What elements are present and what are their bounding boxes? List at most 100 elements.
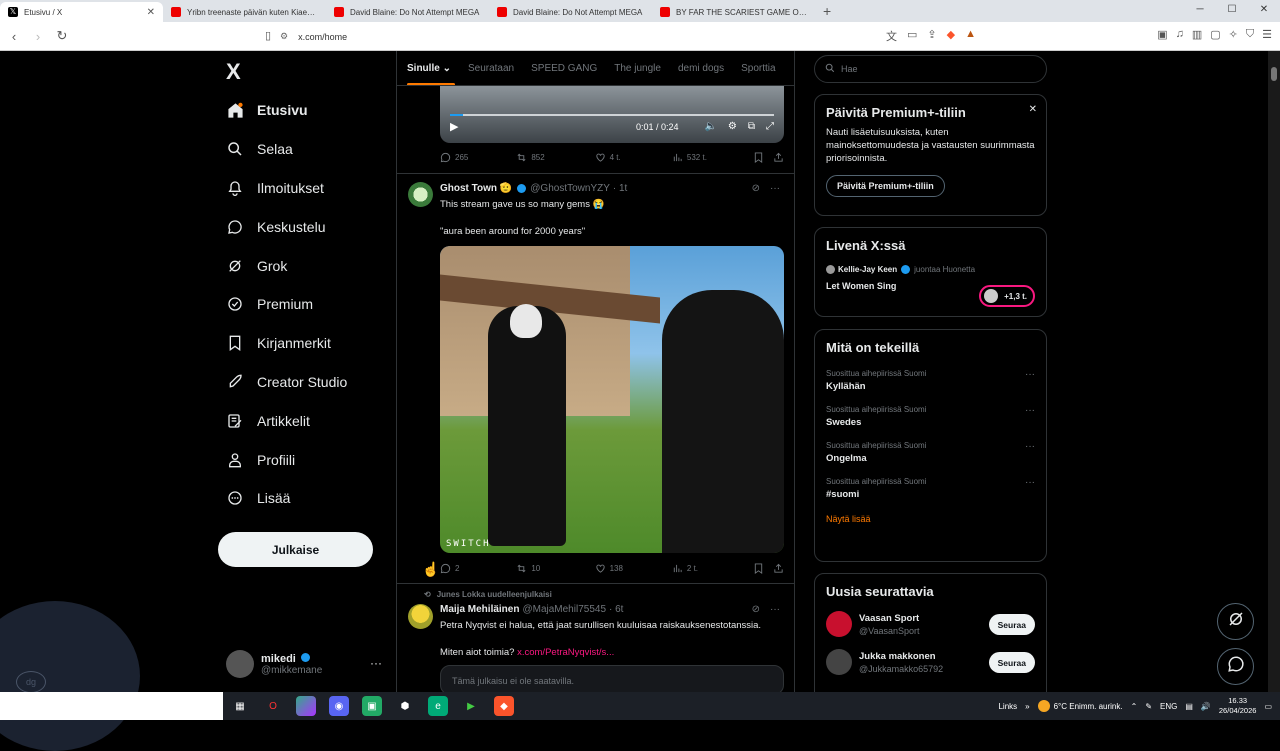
live-host[interactable]: Kellie-Jay Keen juontaa Huonetta <box>826 265 1035 274</box>
volume-icon[interactable]: 🔈 <box>704 121 716 132</box>
browser-tab-2[interactable]: David Blaine: Do Not Attempt MEGA <box>326 2 489 22</box>
follow-suggestion[interactable]: Jukka makkonen @Jukkamakko65792 Seuraa <box>826 649 1035 675</box>
account-switcher[interactable]: mikedi @mikkemane ··· <box>226 647 386 681</box>
upgrade-premium-button[interactable]: Päivitä Premium+-tiliin <box>826 175 945 197</box>
network-icon[interactable]: ▤ <box>1185 702 1193 711</box>
discord-icon[interactable]: ◉ <box>329 696 349 716</box>
rewards-icon[interactable]: ▲ <box>965 28 976 44</box>
settings-icon[interactable]: ⚙ <box>728 121 737 132</box>
tweet-video[interactable]: SWITCH <box>440 246 784 553</box>
views-button[interactable]: 2 t. <box>672 563 753 574</box>
minimize-icon[interactable]: ─ <box>1184 0 1216 20</box>
trend-item[interactable]: Suosittua aihepiirissä Suomi #suomi ··· <box>826 477 1035 500</box>
opera-icon[interactable]: O <box>263 696 283 716</box>
sidebar-icon[interactable]: ▥ <box>1192 28 1202 41</box>
follow-suggestion[interactable]: Vaasan Sport @VaasanSport Seuraa <box>826 611 1035 637</box>
share-button[interactable] <box>773 152 784 163</box>
tweet-time[interactable]: · 1t <box>613 183 627 194</box>
reply-button[interactable]: 2 <box>440 563 516 574</box>
browser-tab-3[interactable]: David Blaine: Do Not Attempt MEGA <box>489 2 652 22</box>
author-handle[interactable]: @MajaMehil75545 <box>522 604 606 615</box>
like-button[interactable]: 138 <box>595 563 672 574</box>
author-handle[interactable]: @GhostTownYZY <box>530 183 610 194</box>
author-name[interactable]: Ghost Town 🫡 <box>440 183 512 194</box>
follow-button[interactable]: Seuraa <box>988 614 1035 635</box>
author-name[interactable]: Maija Mehiläinen <box>440 604 519 615</box>
volume-icon[interactable]: 🔊 <box>1201 702 1211 711</box>
language-indicator[interactable]: ENG <box>1160 702 1177 711</box>
views-button[interactable]: 532 t. <box>672 152 753 163</box>
sidebar-item-more[interactable]: Lisää <box>218 479 347 518</box>
sidebar-item-grok[interactable]: Grok <box>218 246 347 285</box>
forward-icon[interactable]: › <box>28 29 48 44</box>
close-window-icon[interactable]: ✕ <box>1248 0 1280 20</box>
play-icon[interactable]: ▶ <box>450 120 458 133</box>
more-icon[interactable]: ··· <box>370 656 382 670</box>
sidebar-item-articles[interactable]: Artikkelit <box>218 401 347 440</box>
settings-icon[interactable]: ⬢ <box>395 696 415 716</box>
search-input[interactable] <box>841 64 1031 74</box>
sidebar-item-home[interactable]: Etusivu <box>218 91 347 130</box>
translate-icon[interactable]: 文 <box>886 28 897 44</box>
edge-icon[interactable]: e <box>428 696 448 716</box>
sidebar-item-premium[interactable]: Premium <box>218 285 347 324</box>
task-view-icon[interactable]: ▦ <box>230 696 250 716</box>
video-player[interactable]: ▶ 0:01 / 0:24 🔈 ⚙ ⧉ ⤢ <box>440 86 784 143</box>
share-icon[interactable]: ⇪ <box>927 28 936 44</box>
retweet-button[interactable]: 852 <box>516 152 594 163</box>
browser-tab-4[interactable]: BY FAR THE SCARIEST GAME OF THE <box>652 2 815 22</box>
app-icon[interactable]: ▣ <box>362 696 382 716</box>
reload-icon[interactable]: ↻ <box>52 28 72 44</box>
avatar[interactable] <box>408 182 433 207</box>
bookmark-button[interactable] <box>753 563 773 574</box>
weather-widget[interactable]: 6°C Enimm. aurink. <box>1037 700 1123 712</box>
video-progress[interactable] <box>450 114 774 116</box>
scrollbar-thumb[interactable] <box>1271 67 1277 81</box>
back-icon[interactable]: ‹ <box>4 29 24 44</box>
page-scrollbar[interactable] <box>1268 51 1280 692</box>
cast-icon[interactable]: ▭ <box>907 28 917 44</box>
sidebar-item-bookmarks[interactable]: Kirjanmerkit <box>218 324 347 363</box>
more-icon[interactable]: ··· <box>1025 405 1035 416</box>
trend-item[interactable]: Suosittua aihepiirissä Suomi Ongelma ··· <box>826 441 1035 464</box>
tweet-time[interactable]: · 6t <box>609 604 623 615</box>
show-more-link[interactable]: Näytä lisää <box>826 514 1035 524</box>
tab-speed-gang[interactable]: SPEED GANG <box>531 63 597 74</box>
site-settings-icon[interactable]: ⚙ <box>280 31 288 42</box>
more-icon[interactable]: ··· <box>770 604 780 615</box>
fullscreen-icon[interactable]: ⤢ <box>766 121 774 132</box>
wallet-icon[interactable]: ▢ <box>1210 28 1220 41</box>
sidebar-item-notifications[interactable]: Ilmoitukset <box>218 169 347 208</box>
trend-item[interactable]: Suosittua aihepiirissä Suomi Swedes ··· <box>826 405 1035 428</box>
live-listener-count[interactable]: +1,3 t. <box>979 285 1035 307</box>
grok-icon[interactable]: ⊘ <box>752 604 760 615</box>
leo-icon[interactable]: ✧ <box>1229 28 1238 41</box>
tab-following[interactable]: Seurataan <box>468 63 514 74</box>
sidebar-item-profile[interactable]: Profiili <box>218 440 347 479</box>
more-icon[interactable]: ··· <box>1025 441 1035 452</box>
pip-icon[interactable]: ⧉ <box>748 121 755 132</box>
repost-context[interactable]: ⟲ Junes Lokka uudelleenjulkaisi <box>424 590 552 599</box>
messages-fab[interactable] <box>1217 648 1254 685</box>
notifications-icon[interactable]: ▭ <box>1264 702 1272 711</box>
music-icon[interactable]: ♫ <box>1176 28 1184 41</box>
grok-fab[interactable] <box>1217 603 1254 640</box>
like-button[interactable]: 4 t. <box>595 152 672 163</box>
reply-button[interactable]: 265 <box>440 152 516 163</box>
taskbar-search[interactable] <box>0 692 223 720</box>
tab-the-jungle[interactable]: The jungle <box>614 63 661 74</box>
pen-icon[interactable]: ✎ <box>1145 702 1152 711</box>
chevron-right-icon[interactable]: » <box>1025 702 1029 711</box>
share-button[interactable] <box>773 563 784 574</box>
maximize-icon[interactable]: ☐ <box>1216 0 1248 20</box>
more-icon[interactable]: ··· <box>770 183 780 194</box>
close-icon[interactable]: ✕ <box>1029 104 1037 115</box>
brave-shield-icon[interactable]: ◆ <box>947 28 955 44</box>
bookmark-page-icon[interactable]: ▯ <box>258 29 278 42</box>
clock[interactable]: 16.33 26/04/2026 <box>1219 696 1257 716</box>
vpn-icon[interactable]: ⛉ <box>1246 28 1254 41</box>
menu-icon[interactable]: ☰ <box>1262 28 1272 41</box>
x-logo[interactable]: X <box>226 59 241 85</box>
grok-icon[interactable]: ⊘ <box>752 183 760 194</box>
more-icon[interactable]: ··· <box>1025 477 1035 488</box>
